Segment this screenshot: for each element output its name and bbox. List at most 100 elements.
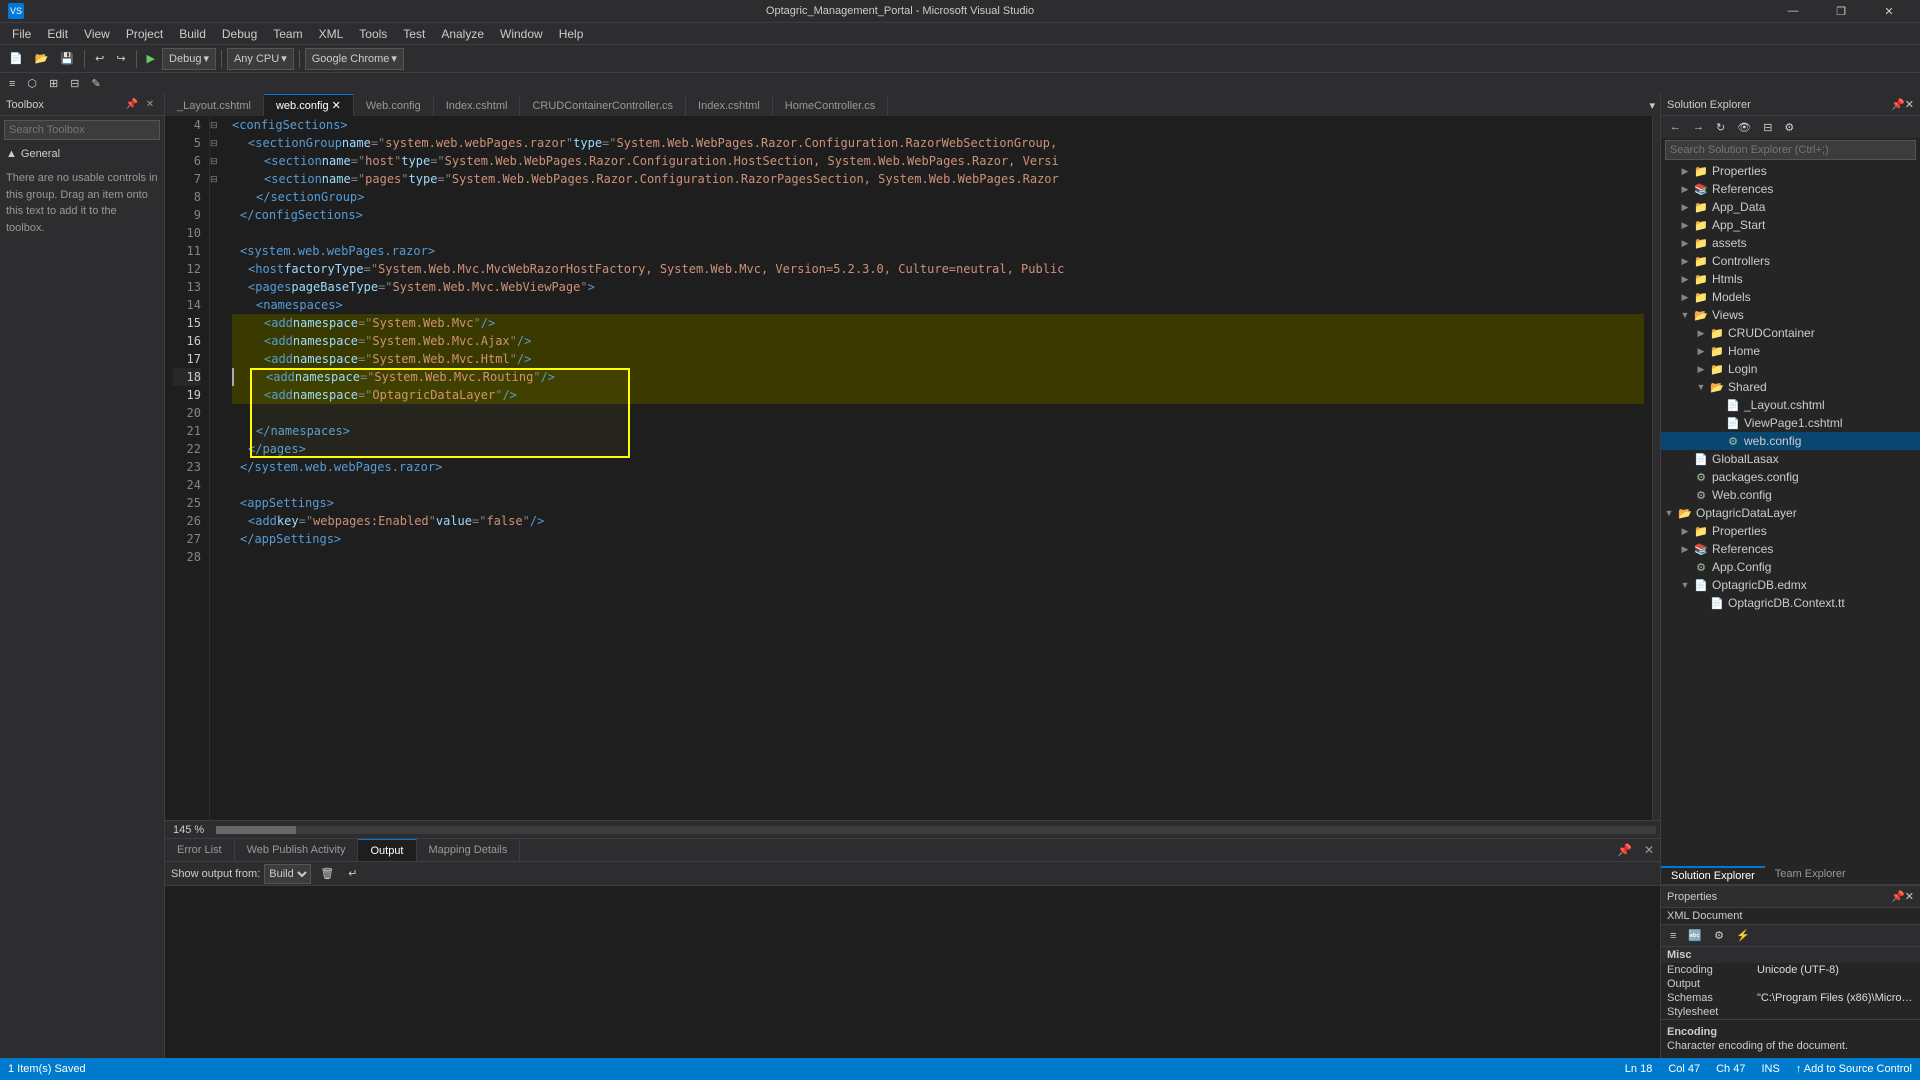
output-pin[interactable]: 📌 [1611,843,1638,857]
sol-forward[interactable]: → [1688,116,1709,138]
prop-value-output[interactable] [1751,978,1920,990]
sol-refresh[interactable]: ↻ [1711,116,1730,138]
toolbar-save[interactable]: 💾 [55,48,79,70]
tab-error-list[interactable]: Error List [165,839,235,861]
menu-analyze[interactable]: Analyze [433,25,492,43]
status-add-to-source-control[interactable]: ↑ Add to Source Control [1796,1063,1912,1075]
tree-viewpage1[interactable]: 📄ViewPage1.cshtml [1661,414,1920,432]
toolbar-redo[interactable]: ↪ [111,48,130,70]
tree-properties2[interactable]: ▶📁Properties [1661,522,1920,540]
expand-home-folder[interactable]: ▶ [1693,346,1709,357]
menu-test[interactable]: Test [395,25,433,43]
expand-optagricdb-edmx[interactable]: ▼ [1677,580,1693,590]
properties-close[interactable]: ✕ [1905,890,1914,903]
solution-search-input[interactable] [1665,140,1916,160]
editor-minimap[interactable] [1652,116,1660,820]
tree-web-config-shared[interactable]: ⚙web.config [1661,432,1920,450]
prop-value-stylesheet[interactable] [1751,1006,1920,1018]
xml-btn5[interactable]: ✎ [86,73,105,95]
tree-crudcontainer-folder[interactable]: ▶📁CRUDContainer [1661,324,1920,342]
prop-categorized[interactable]: ≡ [1665,925,1681,947]
sol-show-all[interactable]: 👁 [1732,116,1756,138]
prop-properties[interactable]: ⚙ [1709,925,1729,947]
expand-models[interactable]: ▶ [1677,292,1693,303]
browser-dropdown[interactable]: Google Chrome ▾ [305,48,404,70]
toolbar-new[interactable]: 📄 [4,48,28,70]
menu-edit[interactable]: Edit [39,25,76,43]
solution-pin[interactable]: 📌 [1891,98,1905,111]
xml-btn1[interactable]: ≡ [4,73,20,95]
expand-properties[interactable]: ▶ [1677,166,1693,177]
tree-references-top[interactable]: ▶📚References [1661,180,1920,198]
tree-home-folder[interactable]: ▶📁Home [1661,342,1920,360]
menu-help[interactable]: Help [551,25,592,43]
code-content[interactable]: <configSections> <sectionGroup name="sys… [224,116,1652,820]
output-word-wrap[interactable]: ↵ [343,865,362,883]
tree-views[interactable]: ▼📂Views [1661,306,1920,324]
output-clear[interactable]: 🗑 [315,865,339,883]
menu-window[interactable]: Window [492,25,551,43]
minimize-button[interactable]: — [1770,0,1816,22]
output-source-select[interactable]: Build [264,864,311,884]
tree-app-start[interactable]: ▶📁App_Start [1661,216,1920,234]
tab-layout-cshtml[interactable]: _Layout.cshtml [165,96,264,116]
expand-app-data[interactable]: ▶ [1677,202,1693,213]
prop-value-encoding[interactable]: Unicode (UTF-8) [1751,964,1920,976]
menu-build[interactable]: Build [171,25,214,43]
toolbar-open[interactable]: 📂 [30,48,54,70]
tab-web-publish[interactable]: Web Publish Activity [235,839,359,861]
tree-controllers[interactable]: ▶📁Controllers [1661,252,1920,270]
tree-globallasax[interactable]: 📄GlobalLasax [1661,450,1920,468]
tab-homecontroller[interactable]: HomeController.cs [773,96,888,116]
tab-index-cshtml[interactable]: Index.cshtml [434,96,521,116]
tree-htmls[interactable]: ▶📁Htmls [1661,270,1920,288]
tree-app-data[interactable]: ▶📁App_Data [1661,198,1920,216]
properties-pin[interactable]: 📌 [1891,890,1905,903]
tab-output[interactable]: Output [358,839,416,861]
sol-back[interactable]: ← [1665,116,1686,138]
sol-properties[interactable]: ⚙ [1779,116,1799,138]
sol-collapse[interactable]: ⊟ [1758,116,1777,138]
menu-tools[interactable]: Tools [351,25,395,43]
toolbox-pin[interactable]: 📌 [124,97,140,113]
tree-references2[interactable]: ▶📚References [1661,540,1920,558]
expand-optagric-layer[interactable]: ▼ [1661,508,1677,518]
expand-references2[interactable]: ▶ [1677,544,1693,555]
tab-Web-config[interactable]: Web.config [354,96,434,116]
expand-controllers[interactable]: ▶ [1677,256,1693,267]
collapse-14[interactable]: ⊟ [210,152,224,170]
tree-models[interactable]: ▶📁Models [1661,288,1920,306]
horizontal-scrollbar[interactable] [216,826,1656,834]
tree-app-config[interactable]: ⚙App.Config [1661,558,1920,576]
toolbox-close[interactable]: ✕ [142,97,158,113]
expand-htmls[interactable]: ▶ [1677,274,1693,285]
xml-btn4[interactable]: ⊟ [65,73,84,95]
output-close[interactable]: ✕ [1638,843,1660,857]
xml-btn3[interactable]: ⊞ [44,73,63,95]
toolbox-general-group[interactable]: ▲ General [0,144,164,164]
toolbox-search-input[interactable] [4,120,160,140]
tree-login-folder[interactable]: ▶📁Login [1661,360,1920,378]
tab-web-config[interactable]: web.config ✕ [264,94,354,116]
solution-close[interactable]: ✕ [1905,98,1914,111]
tab-mapping-details[interactable]: Mapping Details [417,839,521,861]
expand-assets[interactable]: ▶ [1677,238,1693,249]
tab-list-button[interactable]: ▾ [1644,94,1660,116]
scrollbar-thumb[interactable] [216,826,296,834]
tree-properties[interactable]: ▶📁Properties [1661,162,1920,180]
sol-tab-team-explorer[interactable]: Team Explorer [1765,866,1856,884]
collapse-11[interactable]: ⊟ [210,134,224,152]
collapse-25[interactable]: ⊟ [210,170,224,188]
restore-button[interactable]: ❐ [1818,0,1864,22]
toolbar-undo[interactable]: ↩ [90,48,109,70]
menu-debug[interactable]: Debug [214,25,265,43]
tab-index2-cshtml[interactable]: Index.cshtml [686,96,773,116]
sol-tab-solution-explorer[interactable]: Solution Explorer [1661,866,1765,884]
menu-xml[interactable]: XML [311,25,352,43]
menu-team[interactable]: Team [265,25,310,43]
tree-web-config-root[interactable]: ⚙Web.config [1661,486,1920,504]
tree-packages-config[interactable]: ⚙packages.config [1661,468,1920,486]
expand-crudcontainer-folder[interactable]: ▶ [1693,328,1709,339]
tree-optagricdb-edmx[interactable]: ▼📄OptagricDB.edmx [1661,576,1920,594]
debug-mode-dropdown[interactable]: Debug ▾ [162,48,216,70]
